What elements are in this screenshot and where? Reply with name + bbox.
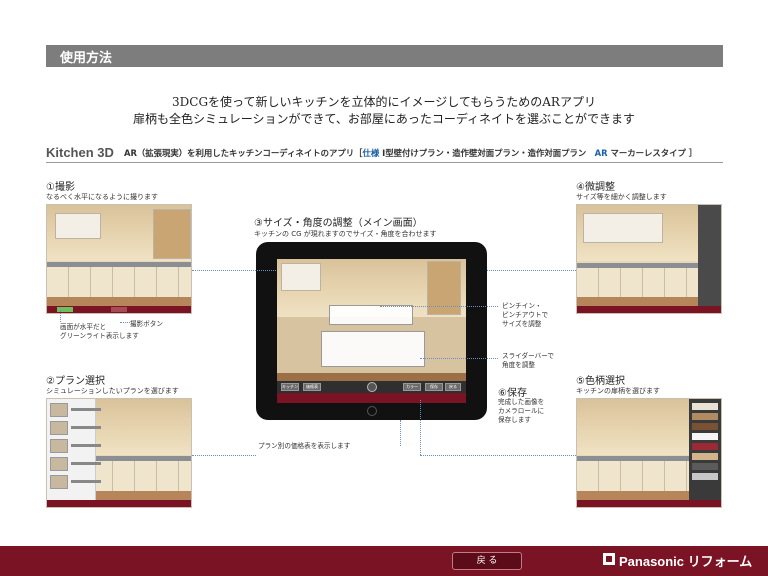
connector-line (380, 306, 498, 307)
save-title: ⑥保存 (498, 388, 527, 399)
app-bar (577, 500, 721, 507)
plan-label (71, 480, 101, 483)
connector-line (60, 310, 61, 322)
save-button[interactable]: 保存 (425, 383, 443, 391)
connector-line (192, 455, 256, 456)
kitchen-button[interactable]: キッチン (281, 383, 299, 391)
app-bar (577, 306, 721, 313)
plan-title: ②プラン選択 (46, 376, 105, 387)
ipad-device: キッチン 価格表 カラー 保存 戻る (256, 242, 487, 420)
color-swatch[interactable] (692, 443, 718, 450)
color-button[interactable]: カラー (403, 383, 421, 391)
shutter-note: 撮影ボタン (130, 320, 163, 328)
camera-icon[interactable] (367, 382, 377, 392)
divider (46, 162, 723, 163)
color-swatch[interactable] (692, 403, 718, 410)
color-screenshot (576, 398, 722, 508)
plan-thumb[interactable] (50, 457, 68, 471)
fine-subtitle: サイズ等を細かく調整します (576, 193, 667, 201)
ar-label: AR (594, 148, 608, 158)
connector-line (400, 420, 401, 446)
plan-label (71, 462, 101, 465)
plan-thumb[interactable] (50, 421, 68, 435)
lower-cabinet (47, 267, 191, 299)
color-swatch-panel[interactable] (689, 399, 721, 500)
connector-line (120, 322, 130, 323)
plan-label (71, 426, 101, 429)
plan-screenshot (46, 398, 192, 508)
ar-text: マーカーレスタイプ ］ (610, 148, 698, 158)
back-button[interactable]: 戻 る (452, 552, 522, 570)
plan-thumb[interactable] (50, 439, 68, 453)
connector-line (420, 400, 421, 455)
color-swatch[interactable] (692, 423, 718, 430)
back-button-small[interactable]: 戻る (445, 383, 461, 391)
color-swatch[interactable] (692, 433, 718, 440)
intro-line-2: 扉柄も全色シミュレーションができて、お部屋にあったコーディネイトを選ぶことができ… (132, 112, 636, 126)
main-subtitle: キッチンの CG が現れますのでサイズ・角度を合わせます (254, 230, 437, 238)
color-swatch[interactable] (692, 473, 718, 480)
connector-line (420, 455, 576, 456)
slider-note: スライダーバーで 角度を調整 (502, 352, 555, 369)
price-note: プラン別の価格表を表示します (258, 442, 351, 450)
app-brand-strip (277, 393, 466, 403)
ar-kitchen-upper[interactable] (329, 305, 413, 325)
ar-kitchen-lower[interactable] (321, 331, 425, 367)
kitchen3d-description: AR（拡張現実）を利用したキッチンコーディネイトのアプリ［仕様 I型壁付けプラン… (124, 147, 697, 159)
main-screen[interactable]: キッチン 価格表 カラー 保存 戻る (277, 259, 466, 403)
connector-line (487, 270, 576, 271)
save-note: 完成した画像を カメラロールに 保存します (498, 398, 545, 424)
kitchen3d-desc-prefix: AR（拡張現実）を利用したキッチンコーディネイトのアプリ［ (124, 148, 363, 158)
main-title: ③サイズ・角度の調整（メイン画面） (254, 218, 423, 229)
app-bar (47, 500, 191, 507)
connector-line (192, 270, 276, 271)
app-bar (47, 306, 191, 313)
color-title: ⑤色柄選択 (576, 376, 625, 387)
spec-text: I型壁付けプラン・造作壁対面プラン・造作対面プラン (382, 148, 587, 158)
kitchen3d-title: Kitchen 3D (46, 145, 114, 160)
price-table-button[interactable]: 価格表 (303, 383, 321, 391)
pinch-note: ピンチイン・ ピンチアウトで サイズを調整 (502, 302, 549, 328)
shoot-subtitle: なるべく水平になるように撮ります (46, 193, 158, 201)
shoot-screenshot (46, 204, 192, 314)
home-button[interactable] (367, 406, 377, 416)
level-note: 画面が水平だと グリーンライト表示します (60, 323, 139, 340)
color-swatch[interactable] (692, 453, 718, 460)
plan-thumb[interactable] (50, 475, 68, 489)
upper-cabinet (55, 213, 101, 239)
shoot-title: ①撮影 (46, 182, 75, 193)
adjust-panel[interactable] (697, 205, 721, 306)
fine-title: ④微調整 (576, 182, 615, 193)
upper-cabinet (583, 213, 663, 243)
plan-subtitle: シミュレーションしたいプランを選びます (46, 387, 179, 395)
spec-label: 仕様 (362, 148, 380, 158)
plan-list[interactable] (47, 399, 101, 500)
upper-cabinet (281, 263, 321, 291)
brand-logo-text: Panasonic リフォーム (619, 554, 753, 569)
window (153, 209, 191, 259)
intro-line-1: 3DCGを使って新しいキッチンを立体的にイメージしてもらうためのARアプリ (172, 95, 596, 109)
panasonic-logo-icon (603, 553, 615, 565)
plan-label (71, 408, 101, 411)
shutter-button[interactable] (111, 307, 127, 312)
fine-screenshot (576, 204, 722, 314)
section-title: 使用方法 (60, 51, 113, 66)
plan-label (71, 444, 101, 447)
color-swatch[interactable] (692, 413, 718, 420)
plan-thumb[interactable] (50, 403, 68, 417)
control-bar: キッチン 価格表 カラー 保存 戻る (277, 381, 466, 393)
color-swatch[interactable] (692, 463, 718, 470)
section-header: 使用方法 (46, 45, 723, 67)
connector-line (420, 358, 498, 359)
color-subtitle: キッチンの扉柄を選びます (576, 387, 660, 395)
